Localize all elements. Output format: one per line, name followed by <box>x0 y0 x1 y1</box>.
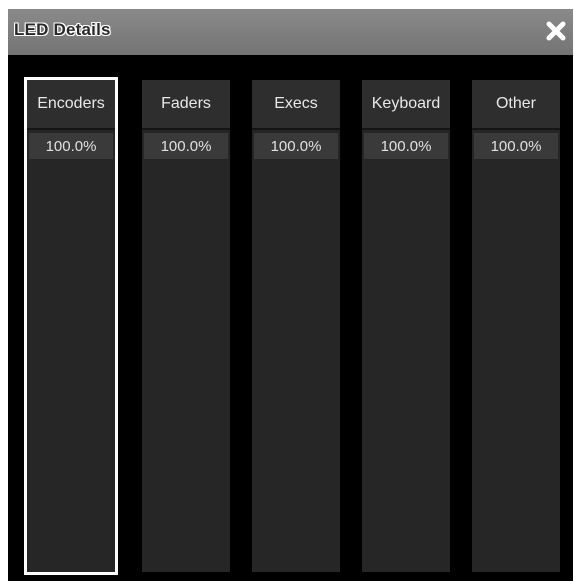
column-encoders[interactable]: Encoders 100.0% <box>24 77 118 575</box>
window-title: LED Details <box>14 20 111 39</box>
close-icon[interactable] <box>542 17 570 45</box>
column-keyboard[interactable]: Keyboard 100.0% <box>362 80 450 572</box>
column-value[interactable]: 100.0% <box>144 133 228 159</box>
led-columns-area: Encoders 100.0% Faders 100.0% Execs 100.… <box>8 55 573 581</box>
column-header: Faders <box>142 80 230 130</box>
column-value[interactable]: 100.0% <box>254 133 338 159</box>
column-header: Execs <box>252 80 340 130</box>
column-header: Keyboard <box>362 80 450 130</box>
column-faders[interactable]: Faders 100.0% <box>142 80 230 572</box>
column-value[interactable]: 100.0% <box>29 133 113 159</box>
column-value[interactable]: 100.0% <box>474 133 558 159</box>
title-bar[interactable]: LED Details <box>8 9 573 55</box>
column-execs[interactable]: Execs 100.0% <box>252 80 340 572</box>
column-value[interactable]: 100.0% <box>364 133 448 159</box>
led-details-window: LED Details Encoders 100.0% Faders 100.0… <box>8 9 573 581</box>
column-header: Other <box>472 80 560 130</box>
column-other[interactable]: Other 100.0% <box>472 80 560 572</box>
column-header: Encoders <box>27 80 115 130</box>
